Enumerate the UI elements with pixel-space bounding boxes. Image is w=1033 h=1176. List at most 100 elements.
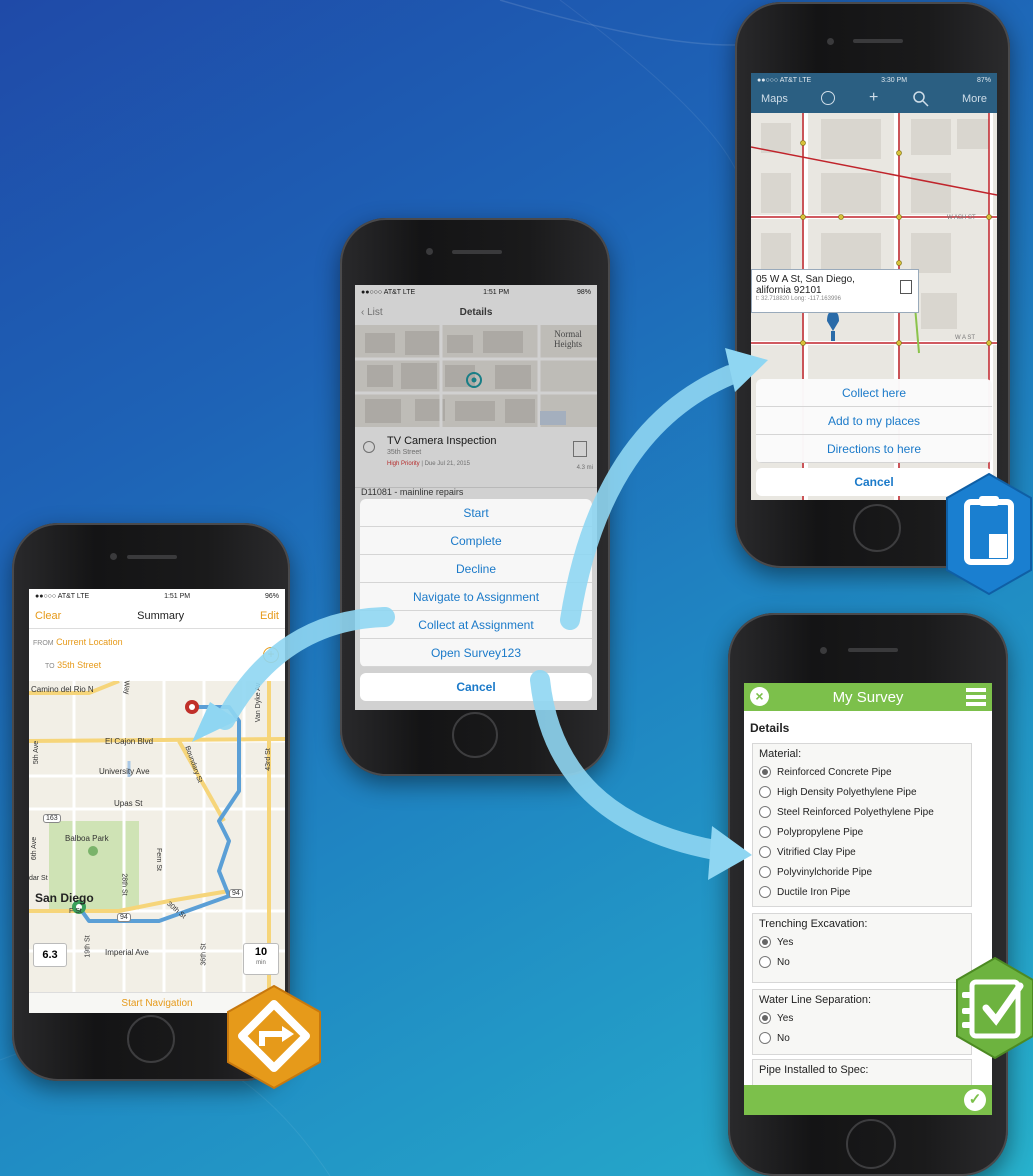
radio-option[interactable]: Ductile Iron Pipe — [759, 882, 965, 902]
phone-camera — [110, 553, 117, 560]
map-label-dar-st: dar St — [29, 875, 48, 882]
phone-camera — [426, 248, 433, 255]
route-shield-163: 163 — [43, 814, 61, 823]
edit-button[interactable]: Edit — [260, 610, 279, 622]
cancel-button[interactable]: Cancel — [360, 673, 592, 701]
battery-label: 96% — [264, 592, 279, 600]
clear-button[interactable]: Clear — [35, 610, 61, 622]
map-label-university: University Ave — [99, 767, 150, 776]
add-icon[interactable]: + — [869, 89, 878, 107]
water-line-label: Water Line Separation: — [759, 994, 872, 1006]
time-label: 3:30 PM — [881, 76, 908, 84]
radio-button[interactable] — [759, 1012, 771, 1024]
radio-option[interactable]: Polyvinylchoride Pipe — [759, 862, 965, 882]
menu-icon[interactable] — [966, 688, 986, 706]
action-complete[interactable]: Complete — [360, 527, 592, 555]
radio-button[interactable] — [759, 806, 771, 818]
locate-icon[interactable] — [821, 91, 835, 105]
map-label-28th: 28th St — [120, 873, 128, 896]
collector-action-sheet: Collect here Add to my places Directions t… — [756, 379, 992, 463]
radio-button[interactable] — [759, 1032, 771, 1044]
radio-button[interactable] — [759, 936, 771, 948]
survey-footer: ✓ — [744, 1085, 992, 1115]
minutes-value: 10 — [254, 946, 268, 958]
action-add-to-my-places[interactable]: Add to my places — [756, 407, 992, 435]
radio-option[interactable]: Yes — [759, 932, 965, 952]
radio-label: Polypropylene Pipe — [777, 826, 864, 838]
map-label-5th: 5th Ave — [33, 740, 41, 765]
radio-button[interactable] — [759, 766, 771, 778]
maps-button[interactable]: Maps — [761, 93, 788, 105]
map-label-van-dyke: Van Dyke Av — [255, 682, 263, 723]
material-group: Material: Reinforced Concrete Pipe High D… — [752, 743, 972, 907]
carrier-label: ●●○○○ AT&T LTE — [757, 76, 812, 84]
map-label-fern: Fern St — [154, 848, 162, 871]
add-stop-icon[interactable]: + — [263, 647, 279, 663]
location-callout[interactable]: 05 W A St, San Diego, alifornia 92101 t:… — [751, 269, 919, 313]
radio-button[interactable] — [759, 786, 771, 798]
radio-button[interactable] — [759, 956, 771, 968]
status-bar: ●●○○○ AT&T LTE 1:51 PM 96% — [29, 589, 285, 603]
radio-label: Steel Reinforced Polyethylene Pipe — [777, 806, 934, 818]
radio-button[interactable] — [759, 846, 771, 858]
survey-phone: × My Survey Details Material: Reinforced… — [728, 613, 1008, 1176]
action-navigate-to-assignment[interactable]: Navigate to Assignment — [360, 583, 592, 611]
water-options: Yes No — [759, 1008, 965, 1048]
to-value[interactable]: 35th Street — [57, 660, 101, 670]
radio-option[interactable]: No — [759, 952, 965, 972]
trenching-label: Trenching Excavation: — [759, 918, 868, 930]
radio-label: Polyvinylchoride Pipe — [777, 866, 873, 878]
navigator-app-icon — [227, 984, 321, 1090]
home-button[interactable] — [853, 504, 901, 552]
phone-speaker — [452, 250, 502, 254]
radio-option[interactable]: High Density Polyethylene Pipe — [759, 782, 965, 802]
radio-option[interactable]: No — [759, 1028, 965, 1048]
radio-button[interactable] — [759, 826, 771, 838]
home-button[interactable] — [846, 1119, 896, 1169]
action-sheet: Start Complete Decline Navigate to Assignme… — [360, 499, 592, 667]
home-button[interactable] — [452, 712, 498, 758]
survey-title: My Survey — [832, 689, 904, 706]
phone-speaker — [853, 39, 903, 43]
action-start[interactable]: Start — [360, 499, 592, 527]
map-label-way: Way — [122, 680, 130, 695]
radio-option[interactable]: Vitrified Clay Pipe — [759, 842, 965, 862]
map-label-el-cajon: El Cajon Blvd — [105, 737, 154, 746]
section-heading: Details — [750, 721, 790, 735]
collector-screen: ●●○○○ AT&T LTE 3:30 PM 87% Maps + More W… — [751, 73, 997, 500]
search-icon[interactable] — [913, 91, 929, 107]
status-bar: ●●○○○ AT&T LTE 3:30 PM 87% — [751, 73, 997, 87]
radio-option[interactable]: Yes — [759, 1008, 965, 1028]
clipboard-icon[interactable] — [900, 280, 912, 294]
details-screen: ●●○○○ AT&T LTE 1:51 PM 98% ‹ List Detail… — [355, 285, 597, 710]
action-collect-here[interactable]: Collect here — [756, 379, 992, 407]
minutes-unit: min — [256, 960, 266, 966]
route-map[interactable]: Camino del Rio N Way El Cajon Blvd Unive… — [29, 681, 285, 993]
radio-label: No — [777, 1032, 790, 1044]
material-label: Material: — [759, 748, 802, 760]
radio-button[interactable] — [759, 866, 771, 878]
material-options: Reinforced Concrete Pipe High Density Pol… — [759, 762, 965, 902]
map-label-f-st: F St — [69, 908, 82, 915]
action-collect-at-assignment[interactable]: Collect at Assignment — [360, 611, 592, 639]
radio-option[interactable]: Reinforced Concrete Pipe — [759, 762, 965, 782]
collector-app-icon — [946, 472, 1032, 596]
nav-bar: Clear Summary Edit — [29, 603, 285, 629]
water-group: Water Line Separation: Yes No — [752, 989, 972, 1055]
trenching-group: Trenching Excavation: Yes No — [752, 913, 972, 983]
home-button[interactable] — [127, 1015, 175, 1063]
carrier-label: ●●○○○ AT&T LTE — [35, 592, 90, 600]
from-value[interactable]: Current Location — [56, 637, 123, 647]
action-decline[interactable]: Decline — [360, 555, 592, 583]
more-button[interactable]: More — [962, 93, 987, 105]
radio-option[interactable]: Steel Reinforced Polyethylene Pipe — [759, 802, 965, 822]
radio-button[interactable] — [759, 886, 771, 898]
map-label-san-diego: San Diego — [35, 891, 94, 905]
radio-option[interactable]: Polypropylene Pipe — [759, 822, 965, 842]
action-open-survey123[interactable]: Open Survey123 — [360, 639, 592, 667]
radio-label: Vitrified Clay Pipe — [777, 846, 856, 858]
submit-check-icon[interactable]: ✓ — [964, 1089, 986, 1111]
action-directions-to-here[interactable]: Directions to here — [756, 435, 992, 463]
radio-label: Ductile Iron Pipe — [777, 886, 851, 898]
route-shield-94a: 94 — [117, 913, 131, 922]
